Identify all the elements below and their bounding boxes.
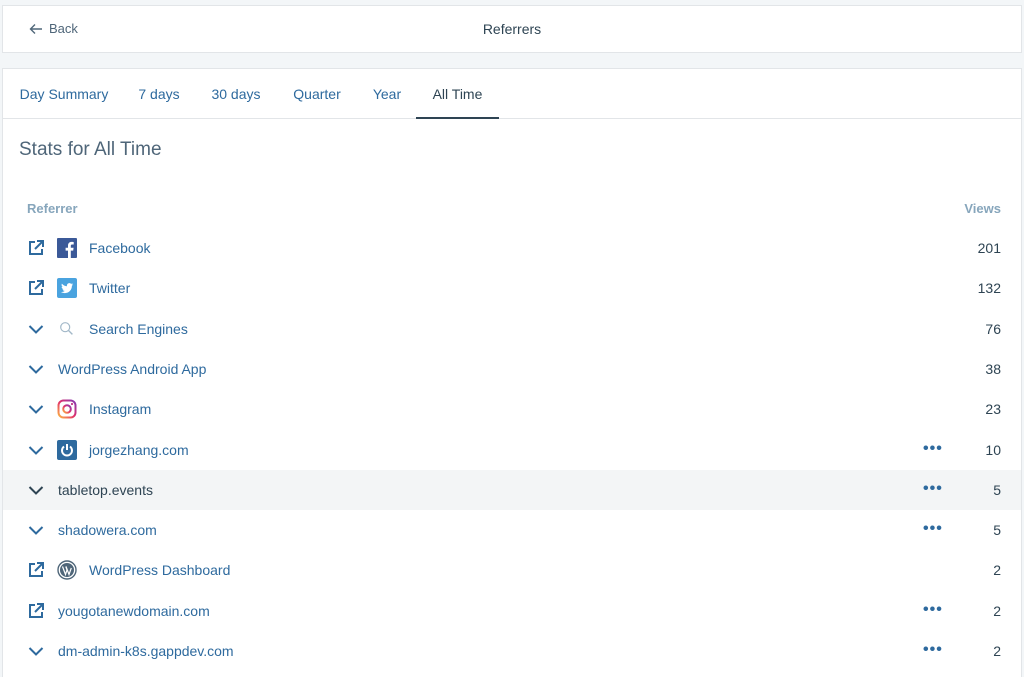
referrer-label[interactable]: dm-admin-k8s.gappdev.com — [58, 643, 234, 659]
referrer-row[interactable]: dm-admin-k8s.gappdev.com ••• 2 — [3, 631, 1021, 671]
chevron-down-icon[interactable] — [27, 441, 45, 459]
chevron-down-icon[interactable] — [27, 360, 45, 378]
referrer-column-header: Referrer — [27, 201, 78, 216]
power-icon — [57, 439, 77, 460]
referrer-row[interactable]: shadowera.com ••• 5 — [3, 510, 1021, 550]
views-count: 2 — [993, 602, 1001, 619]
instagram-icon — [57, 399, 77, 419]
views-count: 2 — [993, 643, 1001, 659]
views-count: 76 — [985, 320, 1001, 337]
tab-year[interactable]: Year — [371, 69, 403, 119]
referrer-row[interactable]: Instagram 23 — [3, 389, 1021, 429]
referrer-row[interactable]: Facebook 201 — [3, 228, 1021, 268]
more-actions-button[interactable]: ••• — [923, 520, 943, 538]
referrer-label[interactable]: yougotanewdomain.com — [58, 603, 210, 619]
external-link-icon[interactable] — [27, 239, 45, 257]
referrer-row[interactable]: Twitter 132 — [3, 268, 1021, 308]
more-actions-button[interactable]: ••• — [923, 480, 943, 498]
views-count: 5 — [993, 522, 1001, 539]
referrer-label[interactable]: Twitter — [89, 280, 130, 296]
period-tabs: Day Summary 7 days 30 days Quarter Year … — [3, 69, 1021, 119]
views-count: 38 — [985, 360, 1001, 377]
views-column-header: Views — [964, 201, 1001, 216]
views-count: 10 — [985, 441, 1001, 458]
external-link-icon[interactable] — [27, 279, 45, 297]
referrer-label[interactable]: Facebook — [89, 240, 150, 256]
more-actions-button[interactable]: ••• — [923, 601, 943, 619]
views-count: 2 — [993, 562, 1001, 579]
referrer-label[interactable]: shadowera.com — [58, 522, 157, 538]
more-actions-button[interactable]: ••• — [923, 440, 943, 458]
views-count: 132 — [977, 280, 1001, 297]
views-count: 201 — [977, 240, 1001, 256]
twitter-icon — [57, 278, 77, 299]
referrer-label[interactable]: jorgezhang.com — [89, 442, 189, 458]
tab-7-days[interactable]: 7 days — [135, 69, 183, 119]
stats-heading: Stats for All Time — [19, 139, 162, 160]
page-title: Referrers — [482, 21, 542, 37]
referrer-row[interactable]: Search Engines 76 — [3, 309, 1021, 349]
tab-quarter[interactable]: Quarter — [291, 69, 343, 119]
chevron-down-icon[interactable] — [27, 642, 45, 660]
wordpress-icon — [57, 560, 77, 581]
referrer-label[interactable]: Search Engines — [89, 321, 188, 337]
external-link-icon[interactable] — [27, 602, 45, 620]
referrers-card: Day Summary 7 days 30 days Quarter Year … — [2, 68, 1022, 677]
views-count: 5 — [993, 481, 1001, 498]
referrer-row[interactable]: yougotanewdomain.com ••• 2 — [3, 591, 1021, 631]
referrer-row[interactable]: jorgezhang.com ••• 10 — [3, 430, 1021, 470]
facebook-icon — [57, 238, 77, 258]
tab-30-days[interactable]: 30 days — [209, 69, 263, 119]
tab-all-time[interactable]: All Time — [416, 69, 499, 119]
more-actions-button[interactable]: ••• — [923, 641, 943, 659]
views-count: 23 — [985, 401, 1001, 418]
chevron-down-icon[interactable] — [27, 320, 45, 338]
referrer-row[interactable]: WordPress Android App 38 — [3, 349, 1021, 389]
external-link-icon[interactable] — [27, 561, 45, 579]
referrer-label[interactable]: WordPress Dashboard — [89, 562, 230, 578]
referrer-label[interactable]: Instagram — [89, 401, 151, 417]
referrer-label[interactable]: tabletop.events — [58, 482, 153, 498]
chevron-down-icon[interactable] — [27, 521, 45, 539]
referrer-label[interactable]: WordPress Android App — [58, 361, 206, 377]
search-icon — [57, 319, 77, 339]
tab-day-summary[interactable]: Day Summary — [19, 69, 109, 119]
chevron-down-icon[interactable] — [27, 481, 45, 499]
top-header: Back Referrers — [2, 5, 1022, 53]
referrer-row[interactable]: tabletop.events ••• 5 — [3, 469, 1021, 510]
chevron-down-icon[interactable] — [27, 400, 45, 418]
referrer-row[interactable]: WordPress Dashboard 2 — [3, 550, 1021, 590]
